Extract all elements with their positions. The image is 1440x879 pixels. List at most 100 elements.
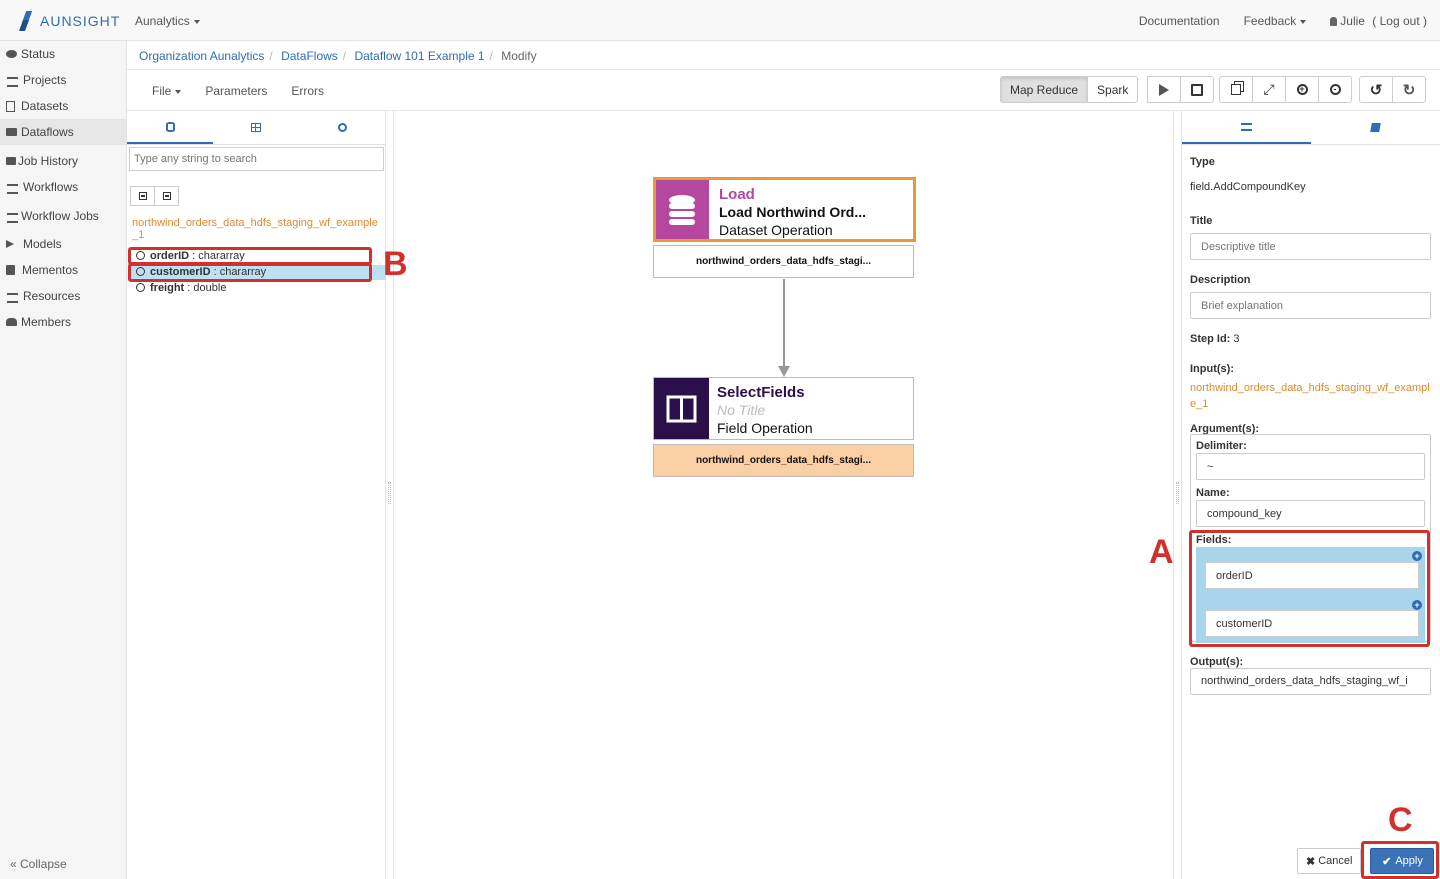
aunsight-logo[interactable]: AUNSIGHT [18,11,120,31]
dataset-name[interactable]: northwind_orders_data_hdfs_staging_wf_ex… [132,217,382,241]
sidebar-item-resources[interactable]: Resources [0,283,126,309]
right-splitter-handle[interactable] [1176,482,1179,504]
collapse-sidebar-button[interactable]: « Collapse [10,857,67,871]
name-label: Name: [1196,487,1230,499]
feedback-dropdown[interactable]: Feedback [1244,14,1307,28]
users-icon [6,318,17,326]
plus-square-icon [162,192,171,200]
cancel-button[interactable]: ✖ Cancel [1297,848,1362,874]
sidebar-item-members[interactable]: Members [0,309,126,335]
dataflow-canvas[interactable]: Load Load Northwind Ord... Dataset Opera… [393,111,1174,879]
sidebar-item-datasets[interactable]: Datasets [0,93,126,119]
radio-icon [136,283,145,292]
sidebar-item-workflow-jobs[interactable]: Workflow Jobs [0,203,126,229]
table-icon [251,123,261,132]
sidebar-item-job-history[interactable]: Job History [0,148,126,174]
sidebar-item-dataflows[interactable]: Dataflows [0,119,126,145]
breadcrumb: Organization Aunalytics / DataFlows / Data… [127,41,1440,70]
breadcrumb-current: Modify [501,49,537,63]
annotation-box-c [1361,841,1439,879]
book-icon [1370,123,1381,132]
sidebar-item-status[interactable]: Status [0,41,126,67]
annotation-label-b: B [383,245,408,283]
title-input[interactable] [1190,233,1431,260]
load-node-output[interactable]: northwind_orders_data_hdfs_stagi... [653,245,914,278]
sidebar-item-models[interactable]: Models [0,231,126,257]
undo-icon: ↺ [1369,81,1383,99]
copy-button[interactable] [1219,76,1253,103]
inputs-label: Input(s): [1190,363,1234,375]
database-icon [165,121,175,132]
zoom-in-button[interactable]: + [1285,76,1319,103]
title-label: Title [1190,215,1213,227]
step-id: Step Id: 3 [1190,333,1240,345]
model-icon [6,240,14,248]
sidebar: Status Projects Datasets Dataflows Job H… [0,41,127,879]
zoom-out-icon: - [1329,84,1341,95]
user-menu[interactable]: Julie ( Log out ) [1330,14,1427,28]
delimiter-input[interactable]: ~ [1196,453,1425,480]
selectfields-node-output[interactable]: northwind_orders_data_hdfs_stagi... [653,444,914,477]
file-menu[interactable]: File [152,84,182,98]
sidebar-item-projects[interactable]: Projects [0,67,126,93]
close-icon: ✖ [1306,855,1316,868]
node-title: SelectFields [717,384,805,401]
breadcrumb-dataflows[interactable]: DataFlows [281,49,338,63]
list-icon [6,291,19,303]
breadcrumb-dataflow[interactable]: Dataflow 101 Example 1 [354,49,484,63]
search-icon [337,123,347,132]
save-icon [1191,83,1203,96]
expand-icon: ⤢ [1263,81,1275,97]
map-reduce-toggle[interactable]: Map Reduce [1000,76,1089,103]
load-node[interactable]: Load Load Northwind Ord... Dataset Opera… [653,177,916,242]
zoom-in-icon: + [1296,84,1308,95]
tab-docs[interactable] [1311,111,1440,144]
play-icon [1159,83,1169,96]
outputs-input[interactable]: northwind_orders_data_hdfs_staging_wf_i [1190,668,1431,695]
tab-table[interactable] [213,111,299,144]
list-icon [1241,122,1252,131]
spark-toggle[interactable]: Spark [1087,76,1139,103]
undo-button[interactable]: ↺ [1359,76,1393,103]
edge-arrow-icon [778,366,790,377]
list-icon [6,75,19,87]
zoom-out-button[interactable]: - [1318,76,1352,103]
field-row-freight[interactable]: freight : double [129,281,386,296]
tab-datasets[interactable] [127,111,213,144]
save-button[interactable] [1180,76,1214,103]
database-icon [669,195,695,225]
sidebar-item-workflows[interactable]: Workflows [0,174,126,200]
left-splitter-handle[interactable] [388,482,391,504]
node-title: Load [719,186,755,203]
chevron-down-icon [193,19,200,24]
org-dropdown[interactable]: Aunalytics [135,14,200,28]
parameters-menu[interactable]: Parameters [205,84,267,98]
name-input[interactable]: compound_key [1196,500,1425,527]
run-button[interactable] [1147,76,1181,103]
collapse-all-button[interactable] [130,186,155,206]
errors-menu[interactable]: Errors [291,84,324,98]
aunsight-logo-icon [18,11,36,31]
toolbar: File Parameters Errors Map Reduce Spark … [127,70,1440,111]
selectfields-node[interactable]: SelectFields No Title Field Operation [653,377,914,440]
redo-icon: ↻ [1402,81,1416,99]
input-dataset-link[interactable]: northwind_orders_data_hdfs_staging_wf_ex… [1190,380,1431,412]
documentation-link[interactable]: Documentation [1139,14,1220,28]
minus-square-icon [138,192,147,200]
annotation-box-b2 [128,263,372,282]
redo-button[interactable]: ↻ [1392,76,1426,103]
tab-properties[interactable] [1182,111,1311,144]
tab-search[interactable] [299,111,385,144]
sidebar-item-mementos[interactable]: Mementos [0,257,126,283]
book-icon [6,265,15,275]
breadcrumb-organization[interactable]: Organization Aunalytics [139,49,264,63]
logout-link[interactable]: ( Log out ) [1372,14,1427,28]
description-label: Description [1190,274,1251,286]
node-icon-bg [654,378,709,439]
schema-search-input[interactable] [129,147,384,171]
workflow-icon [6,211,19,223]
expand-all-button[interactable] [154,186,179,206]
schema-panel: northwind_orders_data_hdfs_staging_wf_ex… [127,111,386,879]
fit-view-button[interactable]: ⤢ [1252,76,1286,103]
description-input[interactable] [1190,292,1431,319]
